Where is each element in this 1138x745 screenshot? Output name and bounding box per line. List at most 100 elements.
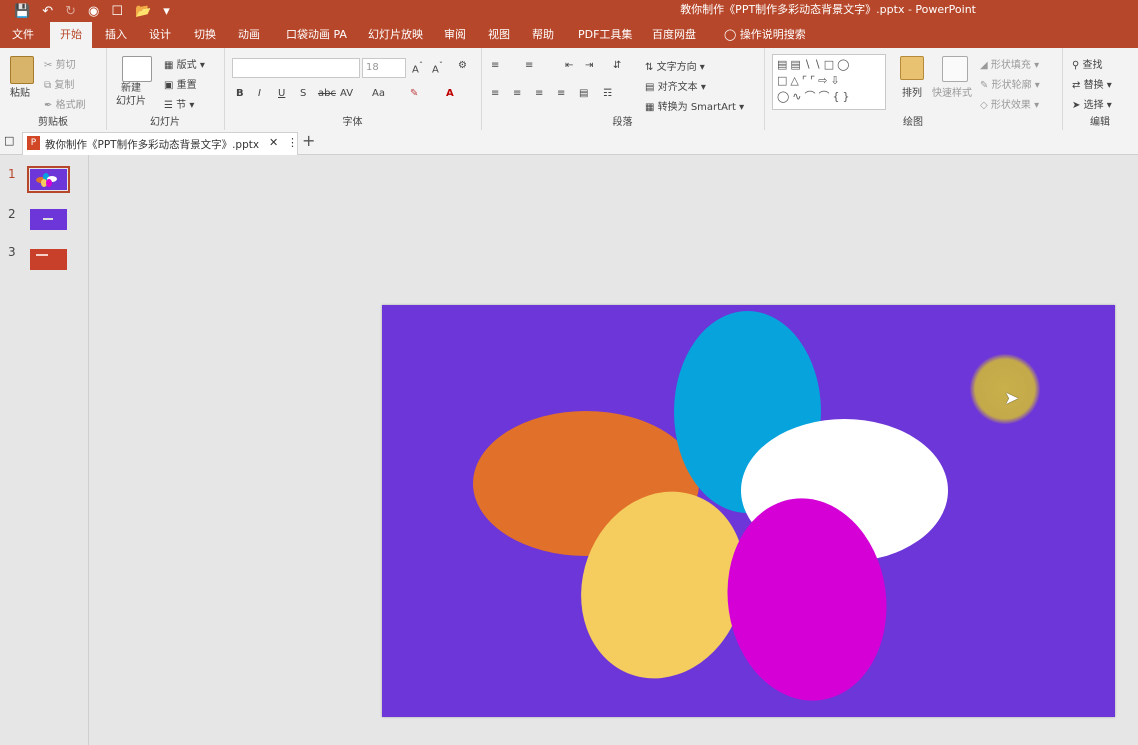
thumb-number-3: 3 xyxy=(8,245,16,259)
italic-button[interactable]: I xyxy=(258,88,261,99)
copy-button[interactable]: ⧉ 复制 xyxy=(44,76,74,91)
effects-icon: ◇ xyxy=(980,100,988,111)
highlight-icon[interactable]: ✎ xyxy=(410,88,418,99)
text-direction-button[interactable]: ⇅ 文字方向 ▾ xyxy=(645,58,705,73)
change-case-button[interactable]: Aa xyxy=(372,88,385,99)
tab-review[interactable]: 审阅 xyxy=(434,22,476,48)
shapes-icons: ▤▤∖∖□◯ □△⌜⌜⇨⇩ ◯∿⌒⌒{} xyxy=(777,58,853,103)
section-button[interactable]: ☰ 节 ▾ xyxy=(164,96,194,111)
slide-thumbnail-3[interactable] xyxy=(30,249,67,270)
tab-transitions[interactable]: 切换 xyxy=(184,22,226,48)
font-family-select[interactable] xyxy=(232,58,360,78)
paste-button[interactable]: 粘贴 xyxy=(10,84,30,99)
open-icon[interactable]: 📂 xyxy=(135,4,151,19)
tab-pocket-animation[interactable]: 口袋动画 PA xyxy=(276,22,357,48)
bullets-icon[interactable]: ≡ xyxy=(491,60,499,71)
line-spacing-icon[interactable]: ⇵ xyxy=(613,60,621,71)
arrange-icon[interactable] xyxy=(900,56,924,80)
align-right-icon[interactable]: ≡ xyxy=(535,88,543,99)
format-painter-label: 格式刷 xyxy=(55,100,86,111)
align-text-label: 对齐文本 xyxy=(657,82,698,93)
drawing-group: ▤▤∖∖□◯ □△⌜⌜⇨⇩ ◯∿⌒⌒{} 排列 快速样式 ◢ 形状填充 ▾ ✎ 形状… xyxy=(764,48,1063,130)
reset-button[interactable]: ▣ 重置 xyxy=(164,76,197,91)
shape-fill-button[interactable]: ◢ 形状填充 ▾ xyxy=(980,56,1039,71)
tab-list-icon[interactable]: □ xyxy=(4,134,14,147)
tab-design[interactable]: 设计 xyxy=(139,22,181,48)
text-direction-icon: ⇅ xyxy=(645,62,654,73)
slide-thumbnails: 1 2 3 xyxy=(0,155,89,745)
replace-button[interactable]: ⇄ 替换 ▾ xyxy=(1072,76,1112,91)
columns-icon[interactable]: ☶ xyxy=(603,88,612,99)
underline-button[interactable]: U xyxy=(278,88,285,99)
close-icon[interactable]: ✕ xyxy=(269,136,278,149)
justify-icon[interactable]: ≡ xyxy=(557,88,565,99)
format-painter-button[interactable]: ✒ 格式刷 xyxy=(44,96,86,111)
select-label: 选择 xyxy=(1083,100,1104,111)
redo-icon[interactable]: ↻ xyxy=(65,4,76,19)
undo-icon[interactable]: ↶ xyxy=(42,4,53,19)
tab-slideshow[interactable]: 幻灯片放映 xyxy=(358,22,433,48)
window-title: 教你制作《PPT制作多彩动态背景文字》.pptx - PowerPoint xyxy=(680,3,976,16)
strikethrough-button[interactable]: abc xyxy=(318,88,336,99)
reset-label: 重置 xyxy=(176,80,197,91)
section-icon: ☰ xyxy=(164,100,173,111)
text-direction-label: 文字方向 xyxy=(656,62,697,73)
increase-indent-icon[interactable]: ⇥ xyxy=(585,60,593,71)
add-tab-icon[interactable]: + xyxy=(302,131,315,150)
replace-label: 替换 xyxy=(1083,80,1104,91)
new-slide-icon[interactable] xyxy=(122,56,152,82)
tab-file[interactable]: 文件 xyxy=(2,22,44,48)
font-color-button[interactable]: A xyxy=(446,88,454,99)
layout-button[interactable]: ▦ 版式 ▾ xyxy=(164,56,205,71)
title-bar: 💾 ↶ ↻ ◉ ☐ 📂 ▾ 教你制作《PPT制作多彩动态背景文字》.pptx -… xyxy=(0,0,1138,22)
tab-animations[interactable]: 动画 xyxy=(228,22,270,48)
find-button[interactable]: ⚲ 查找 xyxy=(1072,56,1103,71)
fill-icon: ◢ xyxy=(980,60,988,71)
char-spacing-button[interactable]: AV xyxy=(340,88,353,99)
tab-help[interactable]: 帮助 xyxy=(522,22,564,48)
tab-home[interactable]: 开始 xyxy=(50,22,92,48)
slide-thumbnail-1[interactable] xyxy=(27,166,70,193)
grow-font-button[interactable]: Aˆ xyxy=(412,60,423,75)
new-slide-button[interactable]: 新建 幻灯片 xyxy=(116,82,146,108)
cut-button[interactable]: ✂ 剪切 xyxy=(44,56,76,71)
shapes-gallery[interactable]: ▤▤∖∖□◯ □△⌜⌜⇨⇩ ◯∿⌒⌒{} xyxy=(772,54,886,110)
arrange-button[interactable]: 排列 xyxy=(902,84,922,99)
editing-group: ⚲ 查找 ⇄ 替换 ▾ ➤ 选择 ▾ 编辑 xyxy=(1062,48,1138,130)
clear-format-icon[interactable]: ⚙ xyxy=(458,60,467,71)
decrease-indent-icon[interactable]: ⇤ xyxy=(565,60,573,71)
section-label: 节 xyxy=(176,100,187,111)
document-tab[interactable]: P 教你制作《PPT制作多彩动态背景文字》.pptx ✕ ⋮ xyxy=(22,132,298,155)
more-icon[interactable]: ⋮ xyxy=(287,136,298,149)
slide-thumbnail-2[interactable] xyxy=(30,209,67,230)
save-icon[interactable]: 💾 xyxy=(14,4,30,19)
paste-icon[interactable] xyxy=(10,56,34,84)
shrink-font-button[interactable]: Aˇ xyxy=(432,60,443,75)
reset-icon: ▣ xyxy=(164,80,174,91)
numbering-icon[interactable]: ≡ xyxy=(525,60,533,71)
new-file-icon[interactable]: ☐ xyxy=(111,4,123,19)
select-button[interactable]: ➤ 选择 ▾ xyxy=(1072,96,1112,111)
align-text-button[interactable]: ▤ 对齐文本 ▾ xyxy=(645,78,706,93)
bold-button[interactable]: B xyxy=(236,88,244,99)
smartart-button[interactable]: ▦ 转换为 SmartArt ▾ xyxy=(645,98,744,113)
shape-effects-button[interactable]: ◇ 形状效果 ▾ xyxy=(980,96,1039,111)
shape-outline-button[interactable]: ✎ 形状轮廓 ▾ xyxy=(980,76,1040,91)
align-center-icon[interactable]: ≡ xyxy=(513,88,521,99)
quick-styles-button[interactable]: 快速样式 xyxy=(932,84,972,99)
distribute-icon[interactable]: ▤ xyxy=(579,88,588,99)
font-size-select[interactable]: 18 xyxy=(362,58,406,78)
shape-effects-label: 形状效果 xyxy=(990,100,1031,111)
thumb-number-2: 2 xyxy=(8,207,16,221)
align-left-icon[interactable]: ≡ xyxy=(491,88,499,99)
tab-insert[interactable]: 插入 xyxy=(95,22,137,48)
tab-pdf-tools[interactable]: PDF工具集 xyxy=(568,22,642,48)
customize-icon[interactable]: ▾ xyxy=(163,4,170,19)
shadow-button[interactable]: S xyxy=(300,88,306,99)
tell-me-search[interactable]: ◯ 操作说明搜索 xyxy=(714,22,816,48)
quick-styles-icon[interactable] xyxy=(942,56,968,82)
present-icon[interactable]: ◉ xyxy=(88,4,99,19)
tab-baidu[interactable]: 百度网盘 xyxy=(642,22,706,48)
tab-view[interactable]: 视图 xyxy=(478,22,520,48)
ribbon: 粘贴 ✂ 剪切 ⧉ 复制 ✒ 格式刷 剪贴板 新建 幻灯片 ▦ 版式 ▾ ▣ 重… xyxy=(0,48,1138,131)
